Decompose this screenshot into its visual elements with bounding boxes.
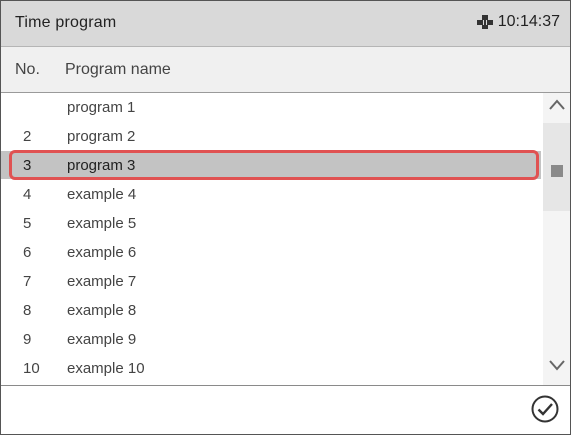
- table-row[interactable]: 6 example 6: [1, 238, 541, 266]
- table-row[interactable]: 7 example 7: [1, 267, 541, 295]
- row-program-name: example 7: [67, 273, 137, 290]
- table-row[interactable]: 9 example 9: [1, 325, 541, 353]
- row-number: 9: [23, 331, 32, 348]
- scroll-down-button[interactable]: [543, 353, 570, 381]
- table-header: No. Program name: [1, 47, 570, 93]
- row-number: 10: [23, 360, 40, 377]
- scrollbar[interactable]: [543, 93, 570, 385]
- table-row[interactable]: 8 example 8: [1, 296, 541, 324]
- row-number: 2: [23, 128, 32, 145]
- row-number: 5: [23, 215, 32, 232]
- table-row[interactable]: program 1: [1, 93, 541, 121]
- table-row[interactable]: 5 example 5: [1, 209, 541, 237]
- status-area: 10:14:37: [476, 13, 560, 31]
- footer-bar: [1, 385, 570, 434]
- row-program-name: example 4: [67, 186, 137, 203]
- chevron-up-icon: [548, 98, 565, 116]
- row-number: 7: [23, 273, 32, 290]
- screen: Time program 10:14:37 No. Program name p…: [0, 0, 571, 435]
- column-header-name: Program name: [65, 61, 171, 78]
- confirm-button[interactable]: [528, 394, 562, 428]
- row-program-name: example 6: [67, 244, 137, 261]
- row-program-name: program 2: [67, 128, 136, 145]
- row-number: 3: [23, 157, 32, 174]
- row-program-name: program 1: [67, 99, 136, 116]
- program-list: program 1 2 program 2 3 program 3 4 exam…: [1, 93, 541, 385]
- column-header-no: No.: [15, 61, 40, 78]
- table-row-selected[interactable]: 3 program 3: [1, 151, 541, 179]
- row-program-name: program 3: [67, 157, 136, 174]
- network-icon: [476, 14, 494, 30]
- checkmark-circle-icon: [530, 394, 560, 429]
- row-number: 4: [23, 186, 32, 203]
- title-bar: Time program 10:14:37: [1, 1, 570, 47]
- table-row[interactable]: 10 example 10: [1, 354, 541, 382]
- scroll-up-button[interactable]: [543, 93, 570, 121]
- row-program-name: example 10: [67, 360, 145, 377]
- row-program-name: example 8: [67, 302, 137, 319]
- row-number: 6: [23, 244, 32, 261]
- chevron-down-icon: [548, 358, 565, 376]
- page-title: Time program: [15, 14, 117, 31]
- table-row[interactable]: 4 example 4: [1, 180, 541, 208]
- row-number: 8: [23, 302, 32, 319]
- scroll-thumb[interactable]: [551, 165, 563, 177]
- row-program-name: example 5: [67, 215, 137, 232]
- row-program-name: example 9: [67, 331, 137, 348]
- clock-time: 10:14:37: [497, 13, 560, 30]
- table-row[interactable]: 2 program 2: [1, 122, 541, 150]
